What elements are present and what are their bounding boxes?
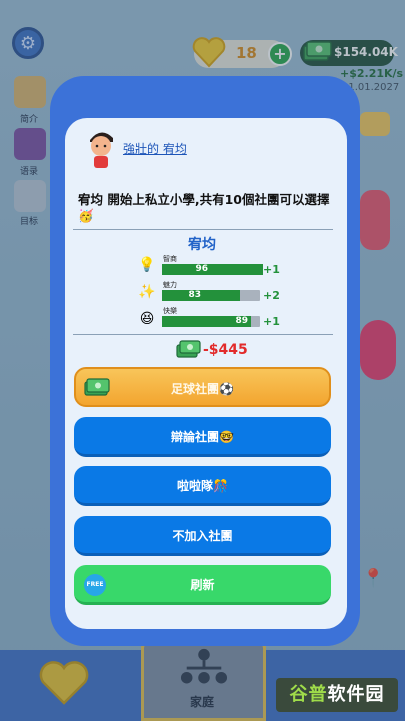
option-cheerleading-button[interactable]: 啦啦隊🎊: [74, 466, 331, 506]
stat-value-happiness: 89: [235, 316, 248, 326]
happy-face-icon: 😆: [139, 311, 155, 327]
refresh-label: 刷新: [190, 578, 215, 592]
lightbulb-icon: 💡: [138, 257, 156, 273]
charm-icon: ✨: [138, 284, 156, 300]
option-cheerleading-label: 啦啦隊🎊: [177, 479, 228, 493]
divider-bottom: [73, 334, 333, 335]
stat-bar-charm: 83: [162, 290, 260, 301]
stat-label-charm: 魅力: [163, 281, 177, 289]
child-avatar: [90, 132, 113, 168]
watermark-left: 谷普: [289, 684, 328, 705]
stat-delta-iq: +1: [263, 263, 280, 276]
stat-label-happiness: 快樂: [163, 307, 177, 315]
stat-bar-happiness: 89: [162, 316, 260, 327]
cash-icon: [84, 378, 110, 396]
divider-top: [73, 229, 333, 230]
option-football-club-button[interactable]: 足球社團⚽: [74, 367, 331, 407]
cash-stack-icon: [176, 340, 201, 358]
stat-label-iq: 智商: [163, 255, 177, 263]
watermark-logo: 谷普软件园: [276, 678, 398, 712]
stat-bar-iq: 96: [162, 264, 263, 275]
stat-value-charm: 83: [188, 290, 201, 300]
stats-title: 宥均: [188, 237, 216, 253]
stat-value-iq: 96: [195, 264, 208, 274]
stat-bar-fill-charm: [162, 290, 240, 301]
stat-bar-fill-iq: [162, 264, 263, 275]
refresh-button[interactable]: 刷新: [74, 565, 331, 605]
option-debate-club-button[interactable]: 辯論社團🤓: [74, 417, 331, 457]
person-name-link[interactable]: 強壯的 宥均: [123, 140, 187, 157]
cost-value: -$445: [203, 342, 248, 358]
free-badge: FREE: [84, 574, 106, 596]
option-no-club-label: 不加入社團: [172, 529, 233, 543]
option-no-club-button[interactable]: 不加入社團: [74, 516, 331, 556]
event-message: 宥均 開始上私立小學,共有10個社團可以選擇 🥳: [78, 192, 330, 223]
option-debate-club-label: 辯論社團🤓: [171, 430, 234, 444]
stat-delta-charm: +2: [263, 289, 280, 302]
watermark-right: 软件园: [327, 684, 385, 705]
stat-delta-happiness: +1: [263, 315, 280, 328]
option-football-club-label: 足球社團⚽: [171, 382, 234, 396]
